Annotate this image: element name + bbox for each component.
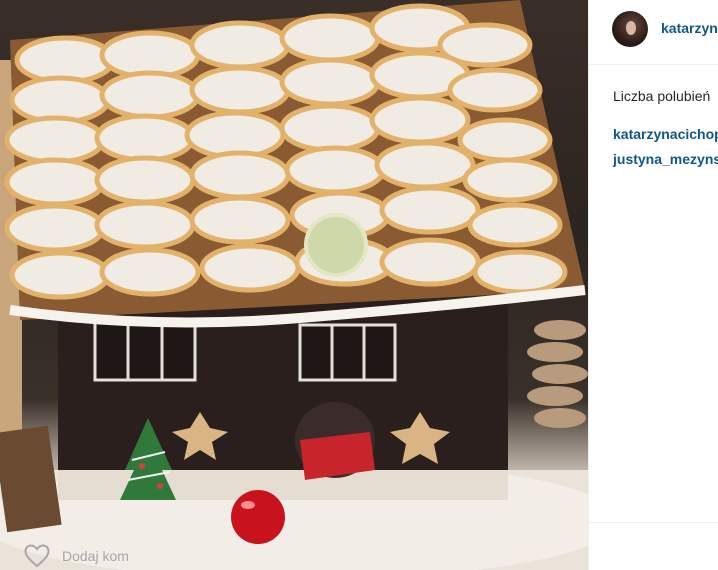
likes-count-label[interactable]: Liczba polubień [613,88,710,104]
post-side-panel: katarzyn Liczba polubień katarzynacichop… [588,0,718,570]
gingerbread-house-illustration [0,0,588,570]
post-footer [589,522,718,570]
add-comment-input[interactable]: Dodaj kom [62,548,129,564]
comment-username-link[interactable]: katarzynacichop [613,126,718,142]
heart-icon[interactable] [24,544,50,568]
username-link[interactable]: katarzyn [661,20,718,36]
post-photo[interactable] [0,0,588,570]
avatar-face [626,21,636,35]
comment-username-link[interactable]: justyna_mezyns [613,151,718,167]
avatar[interactable] [612,11,648,47]
post-header: katarzyn [589,0,718,65]
